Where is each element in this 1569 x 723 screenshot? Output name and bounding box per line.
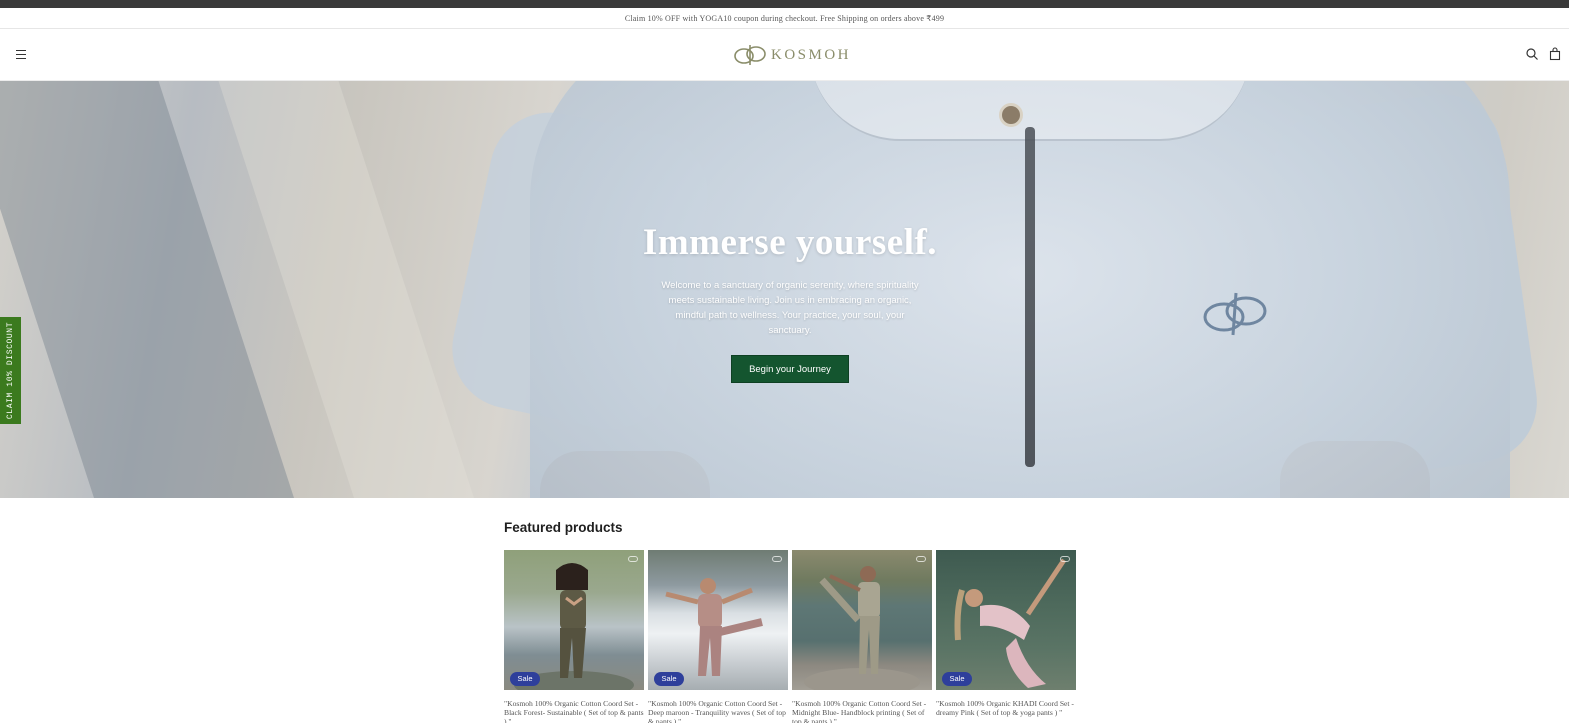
- product-card[interactable]: Sale "Kosmoh 100% Organic Cotton Coord S…: [504, 550, 644, 723]
- model-figure-icon: [954, 558, 1067, 688]
- top-strip: [0, 0, 1569, 8]
- hero-placket: [1025, 127, 1035, 467]
- product-title[interactable]: "Kosmoh 100% Organic Cotton Coord Set - …: [648, 699, 790, 723]
- hero-shirt-button: [999, 103, 1023, 127]
- shirt-emblem-icon: [1203, 292, 1267, 336]
- logo[interactable]: KOSMOH: [733, 43, 851, 67]
- claim-discount-tab[interactable]: CLAIM 10% DISCOUNT: [0, 317, 21, 424]
- hero-description: Welcome to a sanctuary of organic sereni…: [661, 280, 919, 336]
- product-image[interactable]: Sale: [648, 550, 788, 690]
- hero-title: Immerse yourself.: [642, 222, 938, 263]
- sale-badge: Sale: [654, 672, 684, 686]
- announcement-text: Claim 10% OFF with YOGA10 coupon during …: [624, 13, 945, 23]
- product-card[interactable]: "Kosmoh 100% Organic Cotton Coord Set - …: [792, 550, 932, 723]
- product-image[interactable]: Sale: [936, 550, 1076, 690]
- product-title[interactable]: "Kosmoh 100% Organic Cotton Coord Set - …: [792, 699, 934, 723]
- product-image[interactable]: [792, 550, 932, 690]
- menu-icon[interactable]: [14, 46, 30, 62]
- model-figure-icon: [804, 566, 920, 690]
- claim-discount-label: CLAIM 10% DISCOUNT: [6, 321, 15, 420]
- logo-text: KOSMOH: [771, 46, 852, 63]
- search-icon[interactable]: [1525, 47, 1539, 61]
- logo-mark-icon: [734, 45, 766, 65]
- begin-journey-button[interactable]: Begin your Journey: [731, 355, 849, 383]
- hero-content: Immerse yourself. Welcome to a sanctuary…: [600, 221, 980, 383]
- product-image[interactable]: Sale: [504, 550, 644, 690]
- site-header: KOSMOH: [0, 29, 1569, 81]
- hero-banner: Immerse yourself. Welcome to a sanctuary…: [0, 81, 1569, 498]
- product-card[interactable]: Sale "Kosmoh 100% Organic Cotton Coord S…: [648, 550, 788, 723]
- cart-icon[interactable]: [1548, 47, 1562, 61]
- sale-badge: Sale: [510, 672, 540, 686]
- product-title[interactable]: "Kosmoh 100% Organic KHADI Coord Set - d…: [936, 699, 1078, 717]
- sale-badge: Sale: [942, 672, 972, 686]
- model-figure-icon: [665, 578, 763, 676]
- model-figure-icon: [514, 563, 634, 690]
- product-title[interactable]: "Kosmoh 100% Organic Cotton Coord Set - …: [504, 699, 646, 723]
- announcement-bar: Claim 10% OFF with YOGA10 coupon during …: [0, 8, 1569, 29]
- product-card[interactable]: Sale "Kosmoh 100% Organic KHADI Coord Se…: [936, 550, 1076, 723]
- section-title: Featured products: [504, 520, 623, 535]
- featured-products: Featured products Sale "Kosmoh 100% Orga…: [504, 498, 1079, 723]
